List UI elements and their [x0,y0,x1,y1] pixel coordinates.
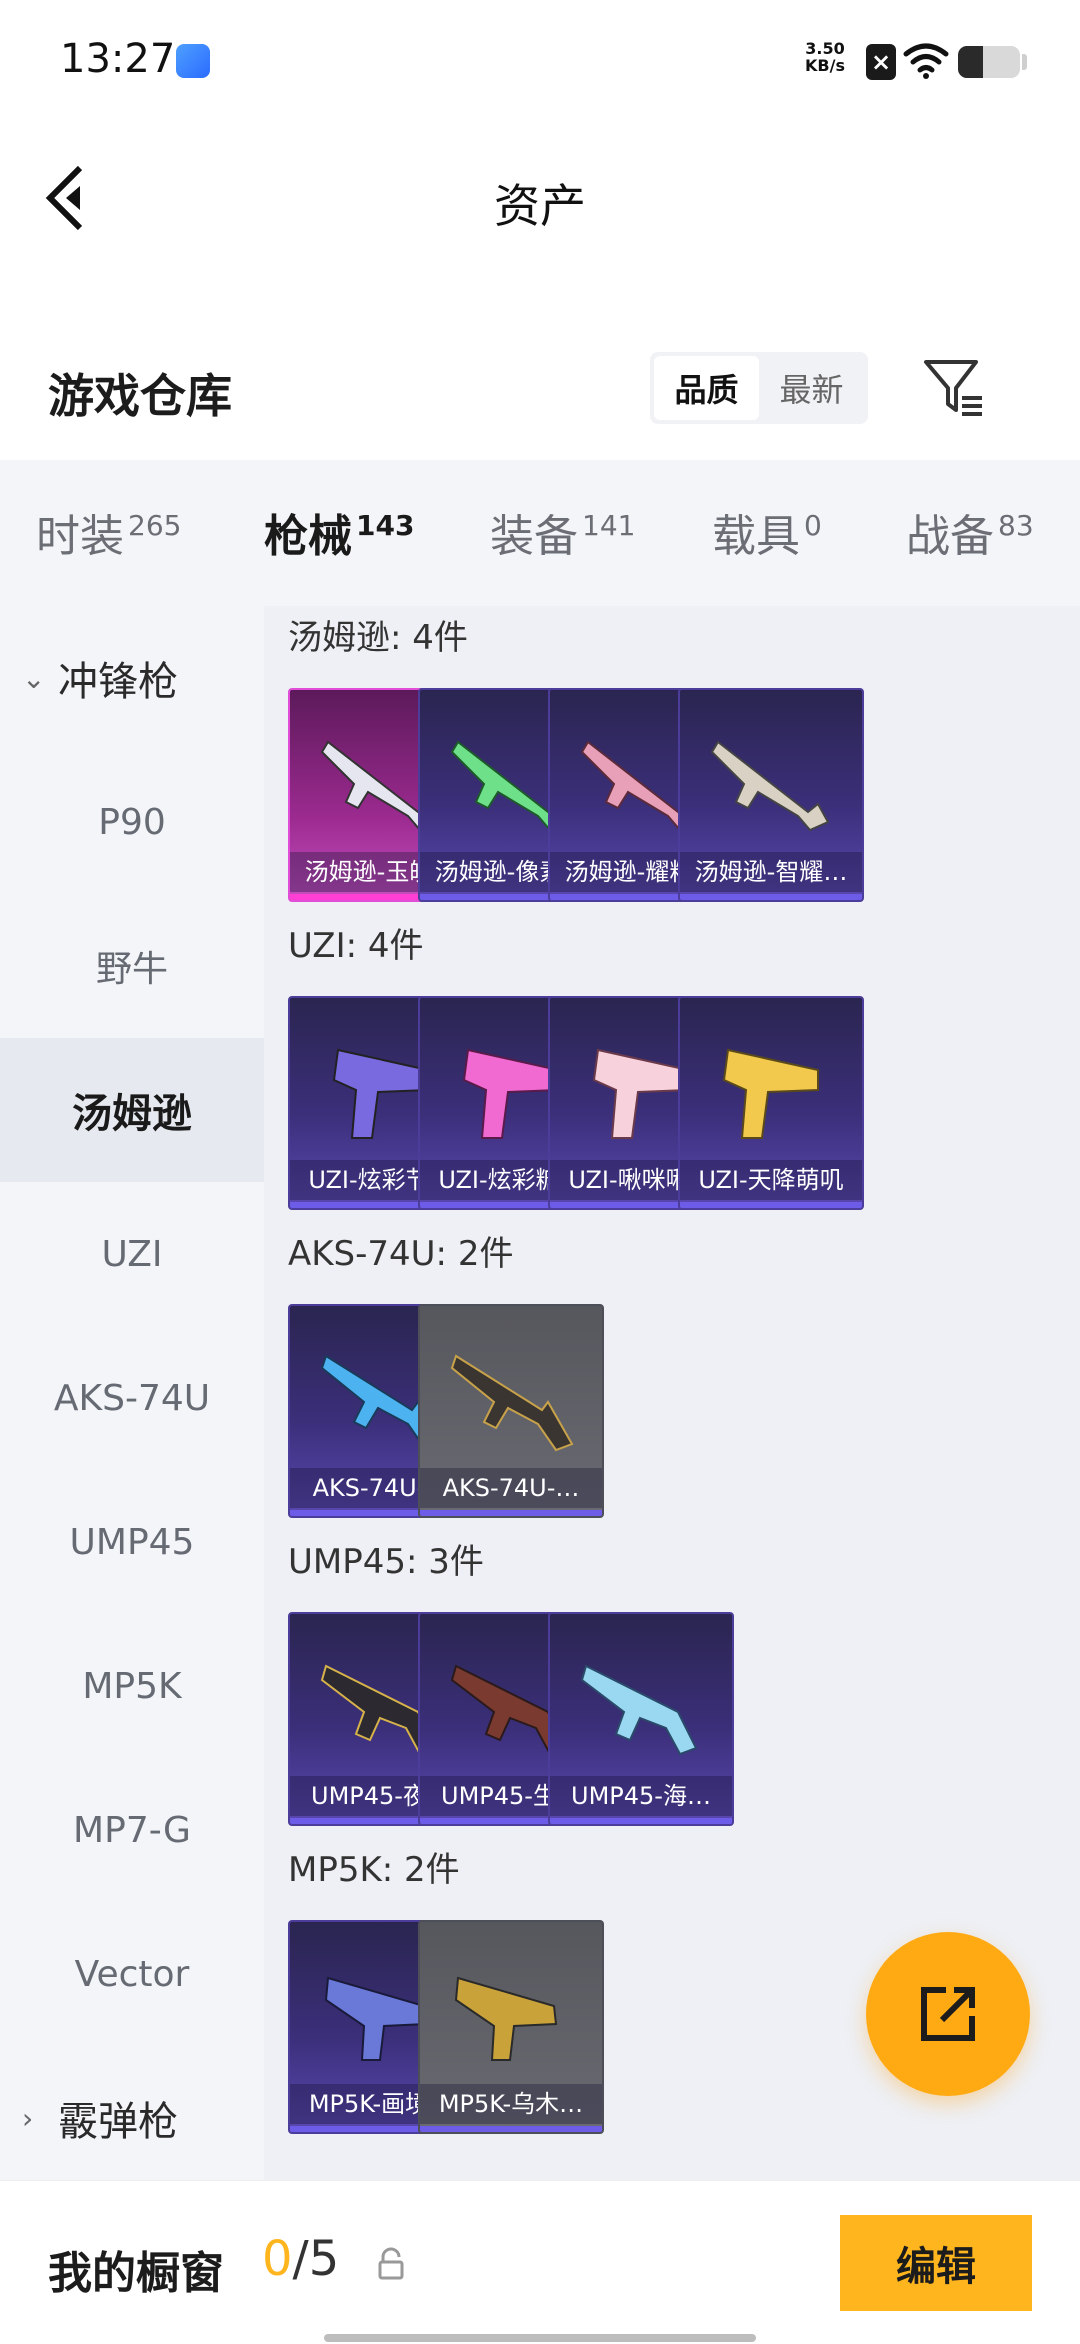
rarity-bar [420,1510,602,1516]
item-label: AKS-74U-… [420,1468,602,1508]
tab-equipment[interactable]: 装备 141 [490,500,635,564]
tab-label: 时装 [36,511,124,562]
sidebar-group-label: 霰弹枪 [58,2099,178,2145]
tab-fashion[interactable]: 时装 265 [36,500,181,564]
sidebar-item-bison[interactable]: 野牛 [0,894,264,1038]
filter-icon[interactable] [920,354,986,420]
tab-label: 载具 [712,511,800,562]
showcase-current: 0 [262,2231,293,2287]
item-label: MP5K-乌木… [420,2084,602,2124]
sidebar-item-thompson[interactable]: 汤姆逊 [0,1038,264,1182]
sidebar-item-uzi[interactable]: UZI [0,1182,264,1326]
sidebar-group-smg[interactable]: ⌄ 冲锋枪 [0,606,264,750]
weapon-skin-icon [710,740,830,832]
section-title-aks74u: AKS-74U: 2件 [288,1234,514,1274]
tab-count: 141 [582,509,636,543]
wifi-icon [903,43,949,79]
weapon-skin-icon [450,1354,574,1452]
tab-label: 枪械 [264,511,352,562]
chevron-down-icon: ⌄ [22,661,46,695]
chevron-right-icon: › [22,2101,34,2135]
page-title: 资产 [494,179,586,233]
edit-button[interactable]: 编辑 [840,2215,1032,2311]
share-icon [921,1987,975,2041]
showcase-bar: 我的橱窗 0/5 编辑 [0,2180,1080,2344]
tab-firearms[interactable]: 枪械 143 [264,500,415,618]
network-speed-value: 3.50 [805,39,845,58]
status-bar: 13:27 3.50 KB/s × [0,0,1080,120]
network-speed: 3.50 KB/s [800,40,850,74]
section-title-thompson: 汤姆逊: 4件 [288,618,468,658]
tab-count: 143 [356,509,415,543]
weapon-type-sidebar: ⌄ 冲锋枪 P90 野牛 汤姆逊 UZI AKS-74U UMP45 MP5K M… [0,606,264,2180]
tab-label: 装备 [490,511,578,562]
sidebar-item-p90[interactable]: P90 [0,750,264,894]
rarity-bar [680,894,862,900]
weapon-skin-icon [722,1048,819,1139]
tab-label: 战备 [906,511,994,562]
item-card[interactable]: MP5K-乌木… [418,1920,604,2134]
weapon-skin-icon [580,1664,698,1756]
sidebar-item-aks74u[interactable]: AKS-74U [0,1326,264,1470]
category-tabs: 时装 265 枪械 143 装备 141 载具 0 战备 83 [0,460,1080,618]
status-time: 13:27 [60,36,176,82]
warehouse-title: 游戏仓库 [48,369,232,423]
lock-icon [378,2247,404,2280]
section-title-mp5k: MP5K: 2件 [288,1850,460,1890]
notification-app-icon [176,44,210,78]
rarity-bar [680,1202,862,1208]
showcase-title: 我的橱窗 [48,2248,224,2299]
item-label: 汤姆逊-智耀… [680,852,862,892]
sidebar-item-mp5k[interactable]: MP5K [0,1614,264,1758]
item-card[interactable]: UMP45-海… [548,1612,734,1826]
battery-fill [958,46,983,78]
battery-tip [1022,54,1027,70]
sidebar-group-shotgun[interactable]: › 霰弹枪 [0,2046,264,2190]
item-label: UZI-天降萌叽 [680,1160,862,1200]
item-card[interactable]: UZI-天降萌叽 [678,996,864,1210]
rarity-bar [420,2126,602,2132]
sort-toggle: 品质 最新 [650,352,868,424]
item-card[interactable]: 汤姆逊-智耀… [678,688,864,902]
tab-count: 265 [128,509,182,543]
tab-count: 0 [804,509,822,543]
weapon-skin-icon [454,1976,558,2061]
item-label: UMP45-海… [550,1776,732,1816]
showcase-count: 0/5 [262,2231,339,2287]
share-button[interactable] [866,1932,1030,2096]
sidebar-group-label: 冲锋枪 [58,659,178,705]
showcase-total: /5 [292,2231,340,2287]
sort-quality-option[interactable]: 品质 [654,356,759,420]
section-title-ump45: UMP45: 3件 [288,1542,484,1582]
rarity-bar [550,1818,732,1824]
section-title-uzi: UZI: 4件 [288,926,424,966]
network-speed-unit: KB/s [805,56,845,75]
sidebar-item-ump45[interactable]: UMP45 [0,1470,264,1614]
item-card[interactable]: AKS-74U-… [418,1304,604,1518]
home-indicator[interactable] [324,2334,756,2342]
sidebar-item-mp7g[interactable]: MP7-G [0,1758,264,1902]
battery-icon [958,46,1020,78]
tab-supplies[interactable]: 战备 83 [906,500,1034,564]
tab-vehicles[interactable]: 载具 0 [712,500,822,564]
no-sim-icon: × [866,44,896,80]
sidebar-item-vector[interactable]: Vector [0,1902,264,2046]
tab-count: 83 [998,509,1034,543]
sort-newest-option[interactable]: 最新 [759,356,864,420]
